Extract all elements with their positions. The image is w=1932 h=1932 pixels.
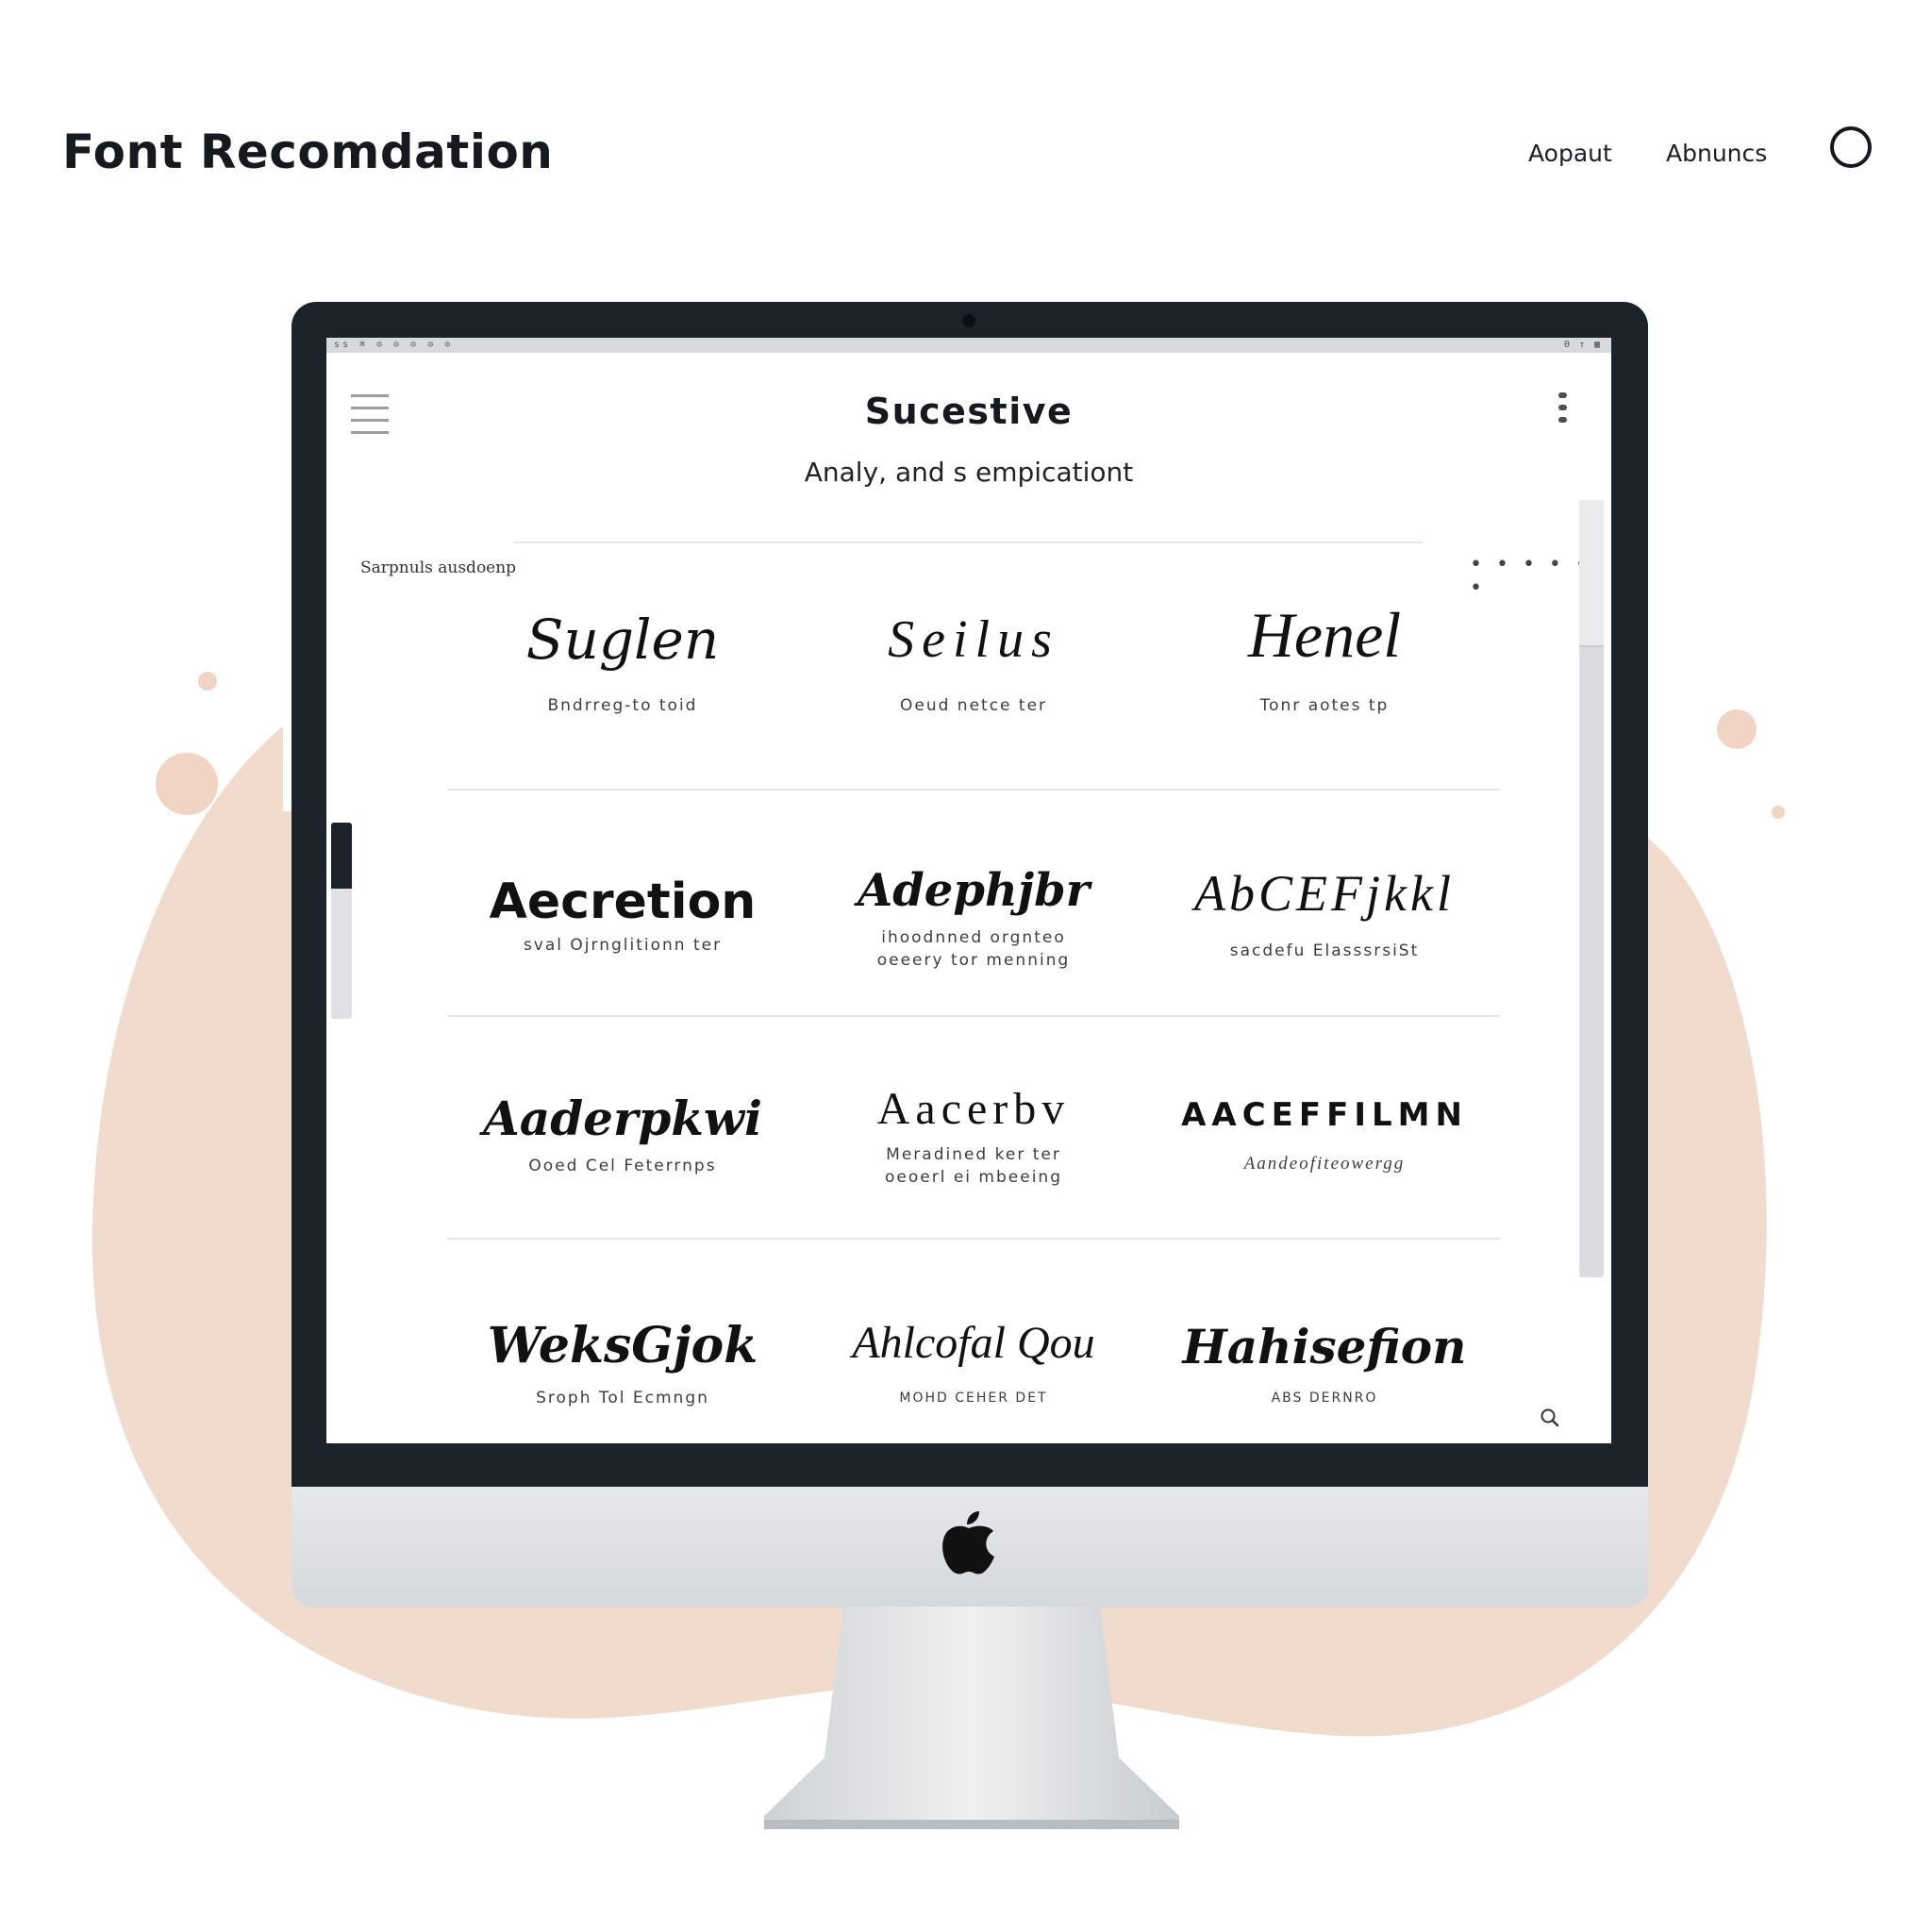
monitor-stand — [764, 1607, 1179, 1829]
decor-dot — [1772, 806, 1785, 819]
font-caption: sval Ojrnglitionn ter — [523, 936, 723, 955]
font-caption: Aandeofiteowergg — [1243, 1154, 1406, 1174]
decor-dot — [1717, 709, 1757, 749]
right-scrollbar[interactable] — [1579, 500, 1604, 1277]
font-card[interactable]: Aecretion sval Ojrnglitionn ter — [447, 791, 798, 1015]
font-sample: Adephjbr — [857, 864, 1091, 917]
site-title: Font Recomdation — [62, 125, 554, 179]
font-card[interactable]: Hahisefion ABS DERNRO — [1149, 1240, 1500, 1443]
font-sample: Aecretion — [489, 874, 757, 930]
circle-icon[interactable] — [1830, 126, 1872, 168]
font-card[interactable]: Ahlcofal Qou MOHD CEHER DET — [798, 1240, 1149, 1443]
nav-link-abnuncs[interactable]: Abnuncs — [1666, 140, 1767, 167]
font-card[interactable]: WeksGjok Sroph Tol Ecmngn — [447, 1240, 798, 1443]
left-scrollbar[interactable] — [331, 823, 352, 1019]
font-sample: AbCEFjkkl — [1194, 865, 1455, 922]
font-card[interactable]: AACEFFILMN Aandeofiteowergg — [1149, 1017, 1500, 1238]
menu-bar-status: 0 ↑ ▦ — [1563, 340, 1602, 350]
font-row: Aecretion sval Ojrnglitionn ter Adephjbr… — [447, 791, 1500, 1017]
scroll-thumb[interactable] — [1579, 500, 1604, 647]
divider — [513, 541, 1423, 543]
font-card[interactable]: Adephjbr ihoodnned orgnteo oeeery tor me… — [798, 791, 1149, 1015]
font-sample: Ahlcofal Qou — [852, 1318, 1095, 1368]
font-sample: Henel — [1247, 599, 1402, 671]
menu-bar: ss ⌘ ⊙ ⊙ ⊙ ⊙ ⊙ 0 ↑ ▦ — [326, 338, 1611, 353]
font-card[interactable]: Suglen Bndrreg-to toid — [447, 574, 798, 789]
font-grid: Suglen Bndrreg-to toid Seilus Oeud netce… — [447, 574, 1500, 1443]
camera-icon — [962, 314, 975, 327]
font-caption: sacdefu ElasssrsiSt — [1229, 941, 1420, 960]
font-row: WeksGjok Sroph Tol Ecmngn Ahlcofal Qou M… — [447, 1240, 1500, 1443]
font-sample: Aacerbv — [876, 1084, 1071, 1134]
apple-logo-icon — [942, 1511, 994, 1574]
font-card[interactable]: Aaderpkwi Ooed Cel Feterrnps — [447, 1017, 798, 1238]
font-sample: Suglen — [525, 608, 720, 672]
font-caption: Tonr aotes tp — [1259, 696, 1390, 715]
font-caption: Oeud netce ter — [899, 696, 1048, 715]
app-title: Sucestive — [864, 391, 1074, 432]
font-caption: ihoodnned orgnteo oeeery tor menning — [876, 928, 1071, 970]
font-sample: WeksGjok — [487, 1317, 758, 1374]
font-row: Suglen Bndrreg-to toid Seilus Oeud netce… — [447, 574, 1500, 791]
screen: ss ⌘ ⊙ ⊙ ⊙ ⊙ ⊙ 0 ↑ ▦ Sucestive Analy, an… — [326, 338, 1611, 1443]
font-card[interactable]: Henel Tonr aotes tp — [1149, 574, 1500, 789]
font-caption: Meradined ker ter oeoerl ei mbeeing — [885, 1145, 1062, 1187]
font-sample: Aaderpkwi — [483, 1091, 762, 1146]
app-subtitle: Analy, and s empicationt — [804, 457, 1134, 488]
search-icon[interactable] — [1540, 1407, 1560, 1428]
font-row: Aaderpkwi Ooed Cel Feterrnps Aacerbv Mer… — [447, 1017, 1500, 1240]
font-card[interactable]: Seilus Oeud netce ter — [798, 574, 1149, 789]
decor-dot — [156, 753, 218, 815]
menu-bar-icons: ss ⌘ ⊙ ⊙ ⊙ ⊙ ⊙ — [334, 340, 454, 350]
font-sample: Seilus — [888, 610, 1059, 669]
font-sample: AACEFFILMN — [1181, 1096, 1468, 1134]
decor-dot — [198, 672, 217, 691]
font-sample: Hahisefion — [1182, 1319, 1467, 1374]
scroll-thumb[interactable] — [331, 823, 352, 889]
font-caption: Ooed Cel Feterrnps — [528, 1157, 717, 1175]
font-caption: ABS DERNRO — [1271, 1391, 1378, 1406]
font-card[interactable]: AbCEFjkkl sacdefu ElasssrsiSt — [1149, 791, 1500, 1015]
font-card[interactable]: Aacerbv Meradined ker ter oeoerl ei mbee… — [798, 1017, 1149, 1238]
nav-link-aopaut[interactable]: Aopaut — [1528, 140, 1612, 167]
font-caption: MOHD CEHER DET — [899, 1391, 1048, 1406]
font-caption: Sroph Tol Ecmngn — [536, 1389, 709, 1407]
font-caption: Bndrreg-to toid — [547, 696, 698, 715]
